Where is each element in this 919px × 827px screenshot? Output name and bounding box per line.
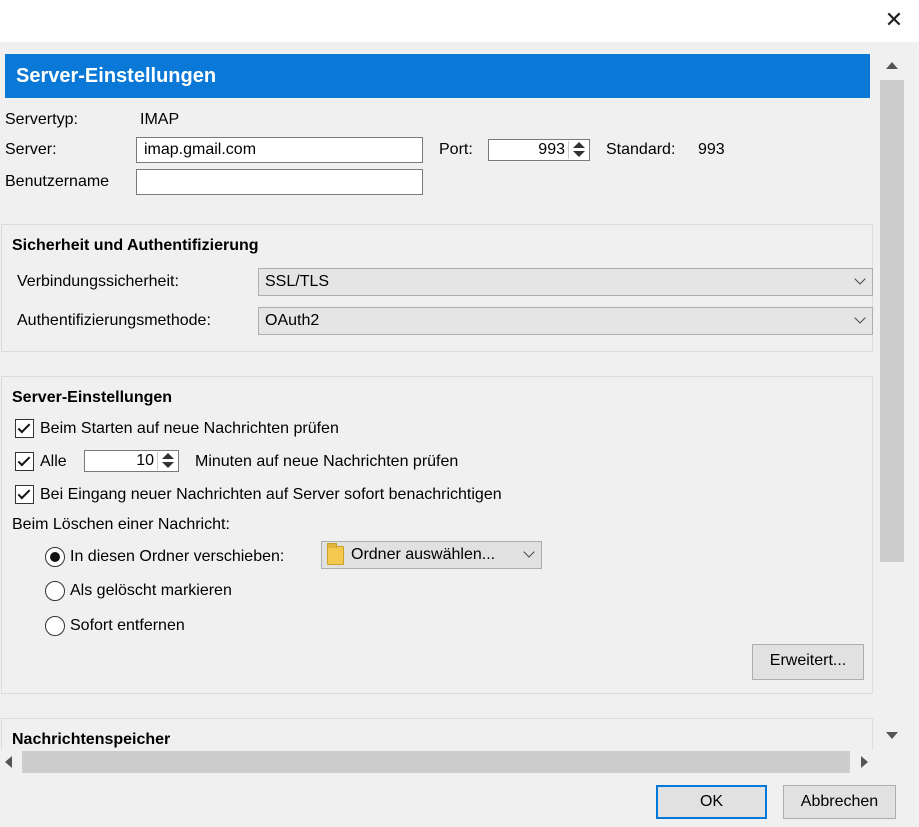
move-to-folder-radio[interactable] [45,547,65,567]
servertype-label: Servertyp: [5,111,78,128]
auth-method-select[interactable]: OAuth2 [258,307,873,335]
server-input[interactable]: imap.gmail.com [136,137,423,163]
chevron-down-icon [523,546,535,558]
notify-new-label[interactable]: Bei Eingang neuer Nachrichten auf Server… [40,485,502,505]
scroll-down-icon[interactable] [886,732,898,739]
connection-security-label: Verbindungssicherheit: [17,273,179,290]
remove-immediately-label[interactable]: Sofort entfernen [70,616,185,636]
checkmark-icon [17,486,31,500]
spin-up-icon[interactable] [162,453,174,459]
auth-method-label: Authentifizierungsmethode: [17,312,211,329]
choose-folder-label: Ordner auswählen... [351,546,496,563]
minutes-suffix-label: Minuten auf neue Nachrichten prüfen [195,453,459,470]
server-label: Server: [5,141,57,158]
port-value: 993 [538,141,565,158]
checkmark-icon [17,420,31,434]
port-spin-buttons [568,141,588,159]
spin-down-icon[interactable] [162,462,174,468]
title-bar [0,0,919,42]
connection-security-select[interactable]: SSL/TLS [258,268,873,296]
cancel-button[interactable]: Abbrechen [783,785,896,819]
minutes-stepper[interactable]: 10 [84,450,179,472]
scroll-right-icon[interactable] [861,756,868,768]
server-settings-group: Server-Einstellungen Beim Starten auf ne… [1,376,873,694]
spin-down-icon[interactable] [573,151,585,157]
chevron-down-icon [854,312,866,324]
close-icon[interactable]: ✕ [880,6,908,34]
check-every-checkbox[interactable] [15,452,34,471]
auth-method-value: OAuth2 [265,312,320,329]
minutes-value: 10 [136,452,154,469]
mark-deleted-radio[interactable] [45,581,65,601]
port-label: Port: [439,141,473,158]
standard-value: 993 [698,141,725,158]
settings-content: Server-Einstellungen Servertyp: IMAP Ser… [0,42,880,750]
standard-label: Standard: [606,141,676,158]
scroll-left-icon[interactable] [5,756,12,768]
server-settings-title: Server-Einstellungen [12,389,173,406]
scroll-up-icon[interactable] [886,62,898,69]
message-storage-group: Nachrichtenspeicher [1,718,873,750]
message-storage-title: Nachrichtenspeicher [12,731,171,748]
check-on-start-label[interactable]: Beim Starten auf neue Nachrichten prüfen [40,419,339,439]
vertical-scroll-thumb[interactable] [880,80,904,562]
checkmark-icon [17,453,31,467]
connection-security-value: SSL/TLS [265,273,330,290]
horizontal-scroll-thumb[interactable] [22,751,850,773]
check-every-label[interactable]: Alle [40,452,67,472]
servertype-value: IMAP [140,111,180,128]
notify-new-checkbox[interactable] [15,485,34,504]
advanced-button[interactable]: Erweitert... [752,644,864,680]
minutes-spin-buttons [157,452,177,470]
security-group: Sicherheit und Authentifizierung Verbind… [1,224,873,352]
move-to-folder-label[interactable]: In diesen Ordner verschieben: [70,547,284,567]
page-title: Server-Einstellungen [5,54,870,98]
port-stepper[interactable]: 993 [488,139,590,161]
choose-folder-button[interactable]: Ordner auswählen... [321,541,542,569]
chevron-down-icon [854,273,866,285]
ok-button[interactable]: OK [656,785,767,819]
dialog-footer [0,774,919,827]
folder-icon [327,543,344,565]
remove-immediately-radio[interactable] [45,616,65,636]
radio-selected-dot [50,552,60,562]
mark-deleted-label[interactable]: Als gelöscht markieren [70,581,232,601]
username-label: Benutzername [5,173,110,190]
security-title: Sicherheit und Authentifizierung [12,237,259,254]
spin-up-icon[interactable] [573,142,585,148]
check-on-start-checkbox[interactable] [15,419,34,438]
username-input[interactable] [136,169,423,195]
delete-behaviour-label: Beim Löschen einer Nachricht: [12,516,230,533]
